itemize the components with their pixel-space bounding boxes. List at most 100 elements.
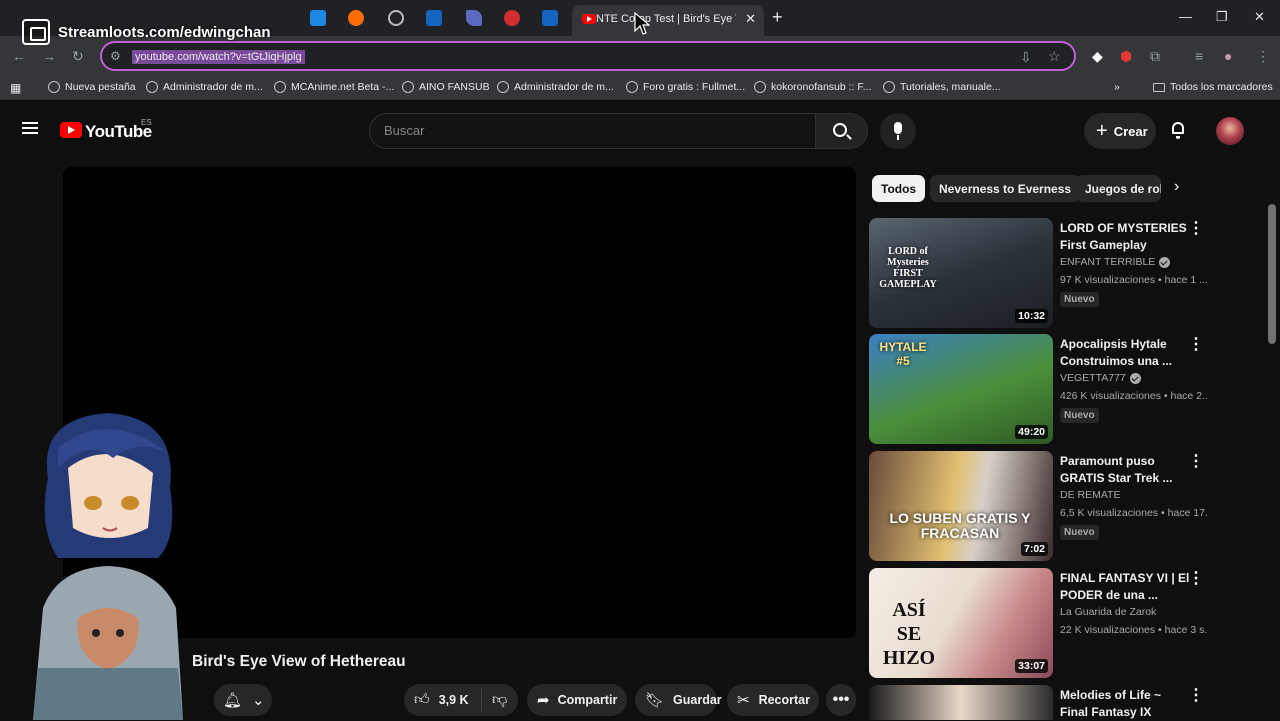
- recommendation-title[interactable]: Melodies of Life ~ Final Fantasy IX (Jap…: [1060, 687, 1192, 721]
- url-text[interactable]: youtube.com/watch?v=tGtJiqHjplg: [132, 50, 305, 64]
- search-button[interactable]: [816, 113, 868, 149]
- video-thumbnail[interactable]: LORD of Mysteries FIRST GAMEPLAY 10:32: [869, 218, 1053, 328]
- bookmark-item[interactable]: Administrador de m...: [497, 81, 614, 93]
- close-tab-icon[interactable]: ✕: [745, 11, 756, 27]
- bookmark-item[interactable]: Nueva pestaña: [48, 81, 136, 93]
- recommendation-title[interactable]: Apocalipsis Hytale Construimos una ...: [1060, 336, 1192, 370]
- bookmark-star-icon[interactable]: ☆: [1048, 48, 1061, 65]
- notifications-bell-icon[interactable]: [1170, 121, 1186, 139]
- user-avatar[interactable]: [1216, 117, 1244, 145]
- tab-favicon[interactable]: [388, 10, 404, 26]
- apps-grid-icon[interactable]: ▦: [10, 81, 21, 95]
- recommendation-channel[interactable]: VEGETTA777: [1060, 372, 1141, 384]
- bookmark-item[interactable]: Administrador de m...: [146, 81, 263, 93]
- bookmark-item[interactable]: MCAnime.net Beta -...: [274, 81, 394, 93]
- globe-icon: [48, 81, 60, 93]
- like-dislike-group: 👍︎ 3,9 K 👎︎: [404, 684, 518, 716]
- recommendation-channel[interactable]: DE REMATE: [1060, 489, 1120, 501]
- like-button[interactable]: 👍︎ 3,9 K: [404, 689, 482, 711]
- thumbs-down-icon[interactable]: 👎︎: [482, 691, 507, 709]
- browser-menu-icon[interactable]: ⋮: [1256, 48, 1270, 65]
- video-thumbnail[interactable]: [869, 685, 1053, 720]
- clip-button[interactable]: ✂ Recortar: [727, 684, 819, 716]
- chevron-right-icon[interactable]: ›: [1174, 178, 1179, 196]
- youtube-logo-icon[interactable]: [60, 122, 82, 138]
- recommendation-channel[interactable]: ENFANT TERRIBLE: [1060, 256, 1171, 268]
- new-badge: Nuevo: [1060, 525, 1099, 540]
- recommendation-title[interactable]: LORD OF MYSTERIES First Gameplay Revea..…: [1060, 220, 1192, 254]
- reload-icon[interactable]: ↻: [72, 48, 84, 65]
- more-bookmarks-icon[interactable]: »: [1114, 81, 1120, 93]
- tab-favicon[interactable]: [348, 10, 364, 26]
- recommendation-channel[interactable]: La Guarida de Zarok: [1060, 606, 1156, 618]
- more-actions-button[interactable]: •••: [826, 684, 856, 716]
- recommendation-title[interactable]: FINAL FANTASY VI | El PODER de una ...: [1060, 570, 1192, 604]
- bookmark-label: MCAnime.net Beta -...: [291, 81, 395, 93]
- verified-icon: [1159, 256, 1171, 268]
- subscription-notifications-button[interactable]: 🔔︎ ⌄: [214, 684, 272, 716]
- video-duration: 10:32: [1015, 309, 1048, 323]
- more-options-icon[interactable]: [1188, 218, 1204, 238]
- video-thumbnail[interactable]: HYTALE #5 49:20: [869, 334, 1053, 444]
- more-options-icon[interactable]: [1188, 568, 1204, 588]
- folder-icon: [1153, 82, 1165, 92]
- bookmark-item[interactable]: Foro gratis : Fullmet...: [626, 81, 745, 93]
- microphone-icon: [894, 122, 902, 140]
- maximize-button[interactable]: ❐: [1216, 9, 1228, 25]
- create-button[interactable]: + Crear: [1084, 113, 1156, 149]
- tab-favicon[interactable]: [466, 10, 482, 26]
- voice-search-button[interactable]: [880, 113, 916, 149]
- recommendation-item[interactable]: Melodies of Life ~ Final Fantasy IX (Jap…: [869, 685, 1209, 720]
- bookmark-item[interactable]: Tutoriales, manuale...: [883, 81, 1001, 93]
- recommendation-item[interactable]: LO SUBEN GRATIS Y FRACASAN 7:02 Paramoun…: [869, 451, 1209, 561]
- back-icon[interactable]: ←: [12, 48, 26, 64]
- search-input[interactable]: [384, 123, 784, 138]
- recommendation-title[interactable]: Paramount puso GRATIS Star Trek ...: [1060, 453, 1192, 487]
- profile-icon[interactable]: ●: [1224, 48, 1232, 64]
- video-thumbnail[interactable]: LO SUBEN GRATIS Y FRACASAN 7:02: [869, 451, 1053, 561]
- extension-icon[interactable]: ◆: [1092, 48, 1103, 65]
- tab-favicon[interactable]: [542, 10, 558, 26]
- recommendation-item[interactable]: LORD of Mysteries FIRST GAMEPLAY 10:32 L…: [869, 218, 1209, 328]
- save-button[interactable]: 🔖︎ Guardar: [635, 684, 722, 716]
- hamburger-menu-icon[interactable]: [22, 122, 38, 134]
- minimize-button[interactable]: —: [1179, 9, 1192, 24]
- extensions-puzzle-icon[interactable]: ⧉: [1150, 48, 1160, 65]
- verified-icon: [1129, 372, 1141, 384]
- share-button[interactable]: ➦ Compartir: [527, 684, 627, 716]
- chip-todos[interactable]: Todos: [872, 175, 926, 202]
- new-tab-button[interactable]: +: [772, 7, 783, 28]
- extension-icon[interactable]: ⬢: [1120, 48, 1132, 65]
- more-options-icon[interactable]: [1188, 685, 1204, 705]
- bookmark-item[interactable]: AINO FANSUB: [402, 81, 490, 93]
- more-options-icon[interactable]: [1188, 451, 1204, 471]
- chip-juegos-de-rol[interactable]: Juegos de rol: [1076, 175, 1161, 202]
- chip-neverness[interactable]: Neverness to Everness: [930, 175, 1081, 202]
- install-icon[interactable]: ⇩: [1020, 49, 1032, 66]
- search-box[interactable]: [369, 113, 816, 149]
- video-thumbnail[interactable]: ASÍ SE HIZO 33:07: [869, 568, 1053, 678]
- globe-icon: [497, 81, 509, 93]
- video-duration: 49:20: [1015, 425, 1048, 439]
- bookmark-label: Foro gratis : Fullmet...: [643, 81, 746, 93]
- all-bookmarks-label: Todos los marcadores: [1170, 81, 1273, 93]
- tab-favicon[interactable]: [310, 10, 326, 26]
- channel-name: La Guarida de Zarok: [1060, 606, 1157, 618]
- bookmark-item[interactable]: kokoronofansub :: F...: [754, 81, 871, 93]
- site-info-icon[interactable]: ⚙: [110, 49, 121, 63]
- recommendation-item[interactable]: HYTALE #5 49:20 Apocalipsis Hytale Const…: [869, 334, 1209, 444]
- close-window-button[interactable]: ✕: [1254, 9, 1265, 25]
- create-label: Crear: [1113, 123, 1148, 139]
- media-icon[interactable]: ≡: [1195, 48, 1203, 64]
- tab-favicon[interactable]: [504, 10, 520, 26]
- recommendation-meta: 97 K visualizaciones • hace 1 ...: [1060, 274, 1208, 286]
- forward-icon[interactable]: →: [42, 48, 56, 64]
- tab-favicon[interactable]: [426, 10, 442, 26]
- active-tab[interactable]: NTE Co-op Test | Bird's Eye View ✕: [572, 5, 764, 36]
- region-code: ES: [141, 118, 152, 127]
- page-scrollbar[interactable]: [1268, 204, 1276, 344]
- search-icon: [833, 123, 847, 137]
- recommendation-item[interactable]: ASÍ SE HIZO 33:07 FINAL FANTASY VI | El …: [869, 568, 1209, 678]
- all-bookmarks[interactable]: Todos los marcadores: [1153, 81, 1273, 93]
- more-options-icon[interactable]: [1188, 334, 1204, 354]
